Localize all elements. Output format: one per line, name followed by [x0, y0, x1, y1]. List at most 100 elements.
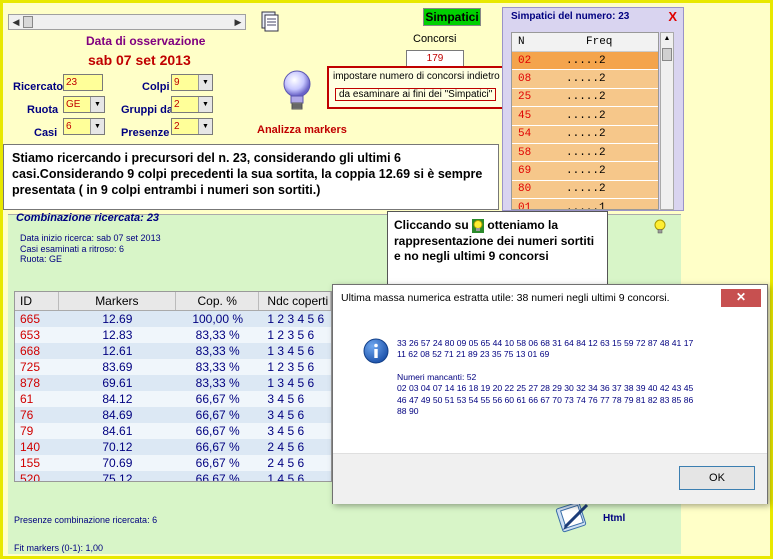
html-label[interactable]: Html [603, 513, 625, 524]
cell-cop: 83,33 % [195, 360, 240, 374]
table-row[interactable]: 520 75.12 66,67 % 1 4 5 6 [15, 471, 331, 482]
row-freq: .....2 [566, 54, 606, 67]
ricercato-label: Ricercato [13, 81, 64, 93]
cell-cop: 100,00 % [192, 312, 244, 326]
ruota-select[interactable]: GE ▼ [63, 96, 105, 113]
table-row[interactable]: 01 .....1 [512, 199, 658, 209]
table-row[interactable]: 79 84.61 66,67 % 3 4 5 6 [15, 423, 331, 439]
markers-table: ID Markers Cop. % Ndc coperti 665 12.69 10… [14, 291, 332, 482]
table-row[interactable]: 58 .....2 [512, 143, 658, 163]
column-header-id[interactable]: ID [15, 292, 59, 310]
ruota-value: GE [66, 99, 81, 110]
cell-markers: 12.83 [102, 328, 133, 342]
scroll-up-icon[interactable]: ▲ [661, 33, 673, 45]
documents-icon[interactable] [260, 11, 282, 33]
presenze-value: 2 [174, 121, 180, 132]
date-slider[interactable]: ◀ ▶ [8, 14, 246, 30]
table-row[interactable]: 08 .....2 [512, 70, 658, 89]
message-dialog: Ultima massa numerica estratta utile: 38… [332, 284, 768, 504]
slider-thumb[interactable] [23, 16, 33, 28]
chevron-down-icon[interactable]: ▼ [90, 97, 104, 112]
row-number: 69 [518, 165, 532, 178]
cell-ndc: 3 4 5 6 [267, 424, 305, 438]
casi-select[interactable]: 6 ▼ [63, 118, 105, 135]
column-header-n[interactable]: N [512, 36, 556, 48]
drawn-numbers-line-2: 11 62 08 52 71 21 89 23 35 75 13 01 69 [397, 349, 550, 360]
slider-right-arrow-icon[interactable]: ▶ [231, 15, 245, 29]
row-freq: .....2 [566, 146, 606, 159]
cell-markers: 70.69 [102, 456, 133, 470]
ricercato-input[interactable]: 23 [63, 74, 103, 91]
table-row[interactable]: 02 .....2 [512, 52, 658, 71]
cell-cop: 66,67 % [195, 424, 240, 438]
table-row[interactable]: 54 .....2 [512, 125, 658, 144]
cell-markers: 84.61 [102, 424, 133, 438]
tooltip-line-2: da esaminare ai fini dei "Simpatici" [335, 88, 497, 101]
gruppi-da-value: 2 [174, 99, 180, 110]
cell-cop: 83,33 % [195, 376, 240, 390]
table-row[interactable]: 878 69.61 83,33 % 1 3 4 5 6 [15, 375, 331, 391]
row-number: 25 [518, 91, 532, 104]
cell-ndc: 1 2 3 5 6 [267, 360, 315, 374]
cell-id: 653 [20, 328, 41, 342]
cell-ndc: 1 2 3 5 6 [267, 328, 315, 342]
table-row[interactable]: 653 12.83 83,33 % 1 2 3 5 6 [15, 327, 331, 343]
cell-ndc: 1 4 5 6 [267, 472, 305, 482]
colpi-select[interactable]: 9 ▼ [171, 74, 213, 91]
cell-id: 668 [20, 344, 41, 358]
table-row[interactable]: 668 12.61 83,33 % 1 3 4 5 6 [15, 343, 331, 359]
fit-markers: Fit markers (0-1): 1,00 [14, 543, 104, 553]
chevron-down-icon[interactable]: ▼ [198, 119, 212, 134]
table-row[interactable]: 665 12.69 100,00 % 1 2 3 4 5 6 [15, 311, 331, 327]
table-row[interactable]: 155 70.69 66,67 % 2 4 5 6 [15, 455, 331, 471]
column-header-ndc[interactable]: Ndc coperti [259, 292, 331, 310]
table-row[interactable]: 45 .....2 [512, 107, 658, 126]
analizza-markers-link[interactable]: Analizza markers [257, 124, 347, 136]
table-row[interactable]: 80 .....2 [512, 180, 658, 200]
table-row[interactable]: 725 83.69 83,33 % 1 2 3 5 6 [15, 359, 331, 375]
dialog-body: 33 26 57 24 80 09 05 65 44 10 58 06 68 3… [333, 313, 767, 453]
casi-label: Casi [34, 127, 58, 139]
concorsi-label: Concorsi [413, 33, 457, 45]
scroll-thumb[interactable] [662, 48, 672, 61]
lightbulb-icon [472, 218, 485, 233]
slider-left-arrow-icon[interactable]: ◀ [9, 15, 23, 29]
html-export-icon[interactable] [555, 499, 591, 533]
simpatici-panel: Simpatici del numero: 23 X N Freq 02....… [502, 7, 684, 211]
table-header: N Freq [512, 33, 658, 52]
cell-id: 140 [20, 440, 41, 454]
row-freq: .....2 [566, 91, 606, 104]
table-row[interactable]: 69 .....2 [512, 162, 658, 181]
dialog-message: 33 26 57 24 80 09 05 65 44 10 58 06 68 3… [397, 338, 765, 417]
presenze-select[interactable]: 2 ▼ [171, 118, 213, 135]
lightbulb-icon[interactable] [654, 219, 666, 235]
colpi-value: 9 [174, 77, 180, 88]
gruppi-da-select[interactable]: 2 ▼ [171, 96, 213, 113]
chevron-down-icon[interactable]: ▼ [90, 119, 104, 134]
gruppi-da-label: Gruppi da [121, 104, 173, 116]
column-header-markers[interactable]: Markers [59, 292, 176, 310]
table-row[interactable]: 61 84.12 66,67 % 3 4 5 6 [15, 391, 331, 407]
cell-ndc: 3 4 5 6 [267, 392, 305, 406]
row-freq: .....2 [566, 165, 606, 178]
ok-button[interactable]: OK [679, 466, 755, 490]
cell-id: 665 [20, 312, 41, 326]
column-header-cop[interactable]: Cop. % [176, 292, 260, 310]
cell-cop: 83,33 % [195, 344, 240, 358]
simpatici-button[interactable]: Simpatici [423, 8, 481, 26]
table-row[interactable]: 76 84.69 66,67 % 3 4 5 6 [15, 407, 331, 423]
chevron-down-icon[interactable]: ▼ [198, 97, 212, 112]
column-header-freq[interactable]: Freq [556, 36, 656, 48]
simpatici-table: N Freq 02 .....2 08 .....2 25 .....2 45....… [511, 32, 659, 210]
chevron-down-icon[interactable]: ▼ [198, 75, 212, 90]
close-icon[interactable]: X [668, 9, 677, 24]
close-icon[interactable]: ✕ [721, 289, 761, 307]
table-row[interactable]: 25 .....2 [512, 88, 658, 108]
row-freq: .....2 [566, 183, 606, 196]
cell-id: 878 [20, 376, 41, 390]
panel-scrollbar[interactable]: ▲ [660, 32, 674, 210]
tooltip-line-1: impostare numero di concorsi indietro [333, 71, 500, 82]
table-row[interactable]: 140 70.12 66,67 % 2 4 5 6 [15, 439, 331, 455]
cell-cop: 66,67 % [195, 392, 240, 406]
lightbulb-icon[interactable] [282, 70, 312, 114]
